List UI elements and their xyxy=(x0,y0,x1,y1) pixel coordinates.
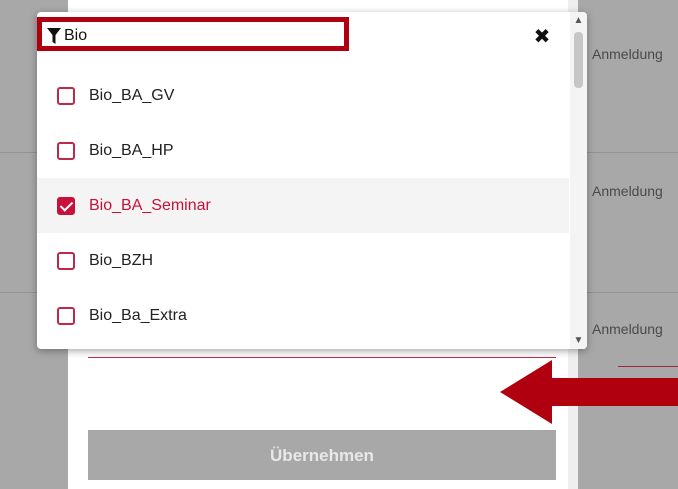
scroll-down-icon[interactable]: ▼ xyxy=(570,332,587,349)
scroll-up-icon[interactable]: ▲ xyxy=(570,12,587,29)
row-divider xyxy=(578,152,678,153)
option-list: Bio_BA_GV Bio_BA_HP Bio_BA_Seminar Bio_B… xyxy=(37,68,569,343)
option-label: Bio_BA_Seminar xyxy=(89,196,211,214)
scrollbar-thumb[interactable] xyxy=(574,32,583,88)
dropdown-panel: ✖ Bio_BA_GV Bio_BA_HP Bio_BA_Seminar Bio… xyxy=(37,12,587,349)
dropdown-scrollbar[interactable]: ▲ ▼ xyxy=(570,12,587,349)
registration-label: Anmeldung xyxy=(592,46,663,62)
close-icon[interactable]: ✖ xyxy=(531,25,553,49)
row-divider xyxy=(578,292,678,293)
checkbox-checked[interactable] xyxy=(57,196,75,215)
select-field-underline xyxy=(88,357,556,358)
annotation-arrow-icon xyxy=(500,360,678,424)
option-label: Bio_Ba_Extra xyxy=(89,306,187,324)
registration-label: Anmeldung xyxy=(592,321,663,337)
filter-icon xyxy=(47,28,61,44)
list-item[interactable]: Bio_BZH xyxy=(37,233,569,288)
checkbox[interactable] xyxy=(57,141,75,160)
option-label: Bio_BA_GV xyxy=(89,86,175,104)
registration-label: Anmeldung xyxy=(592,183,663,199)
list-item[interactable]: Bio_BA_GV xyxy=(37,68,569,123)
filter-box xyxy=(37,17,349,51)
list-item[interactable]: Bio_Ba_Extra xyxy=(37,288,569,343)
checkbox[interactable] xyxy=(57,306,75,325)
list-item-selected[interactable]: Bio_BA_Seminar xyxy=(37,178,569,233)
option-label: Bio_BZH xyxy=(89,251,154,269)
list-item[interactable]: Bio_BA_HP xyxy=(37,123,569,178)
checkbox[interactable] xyxy=(57,86,75,105)
option-label: Bio_BA_HP xyxy=(89,141,174,159)
filter-input[interactable] xyxy=(64,25,344,47)
apply-button[interactable]: Übernehmen xyxy=(88,430,556,480)
checkbox[interactable] xyxy=(57,251,75,270)
